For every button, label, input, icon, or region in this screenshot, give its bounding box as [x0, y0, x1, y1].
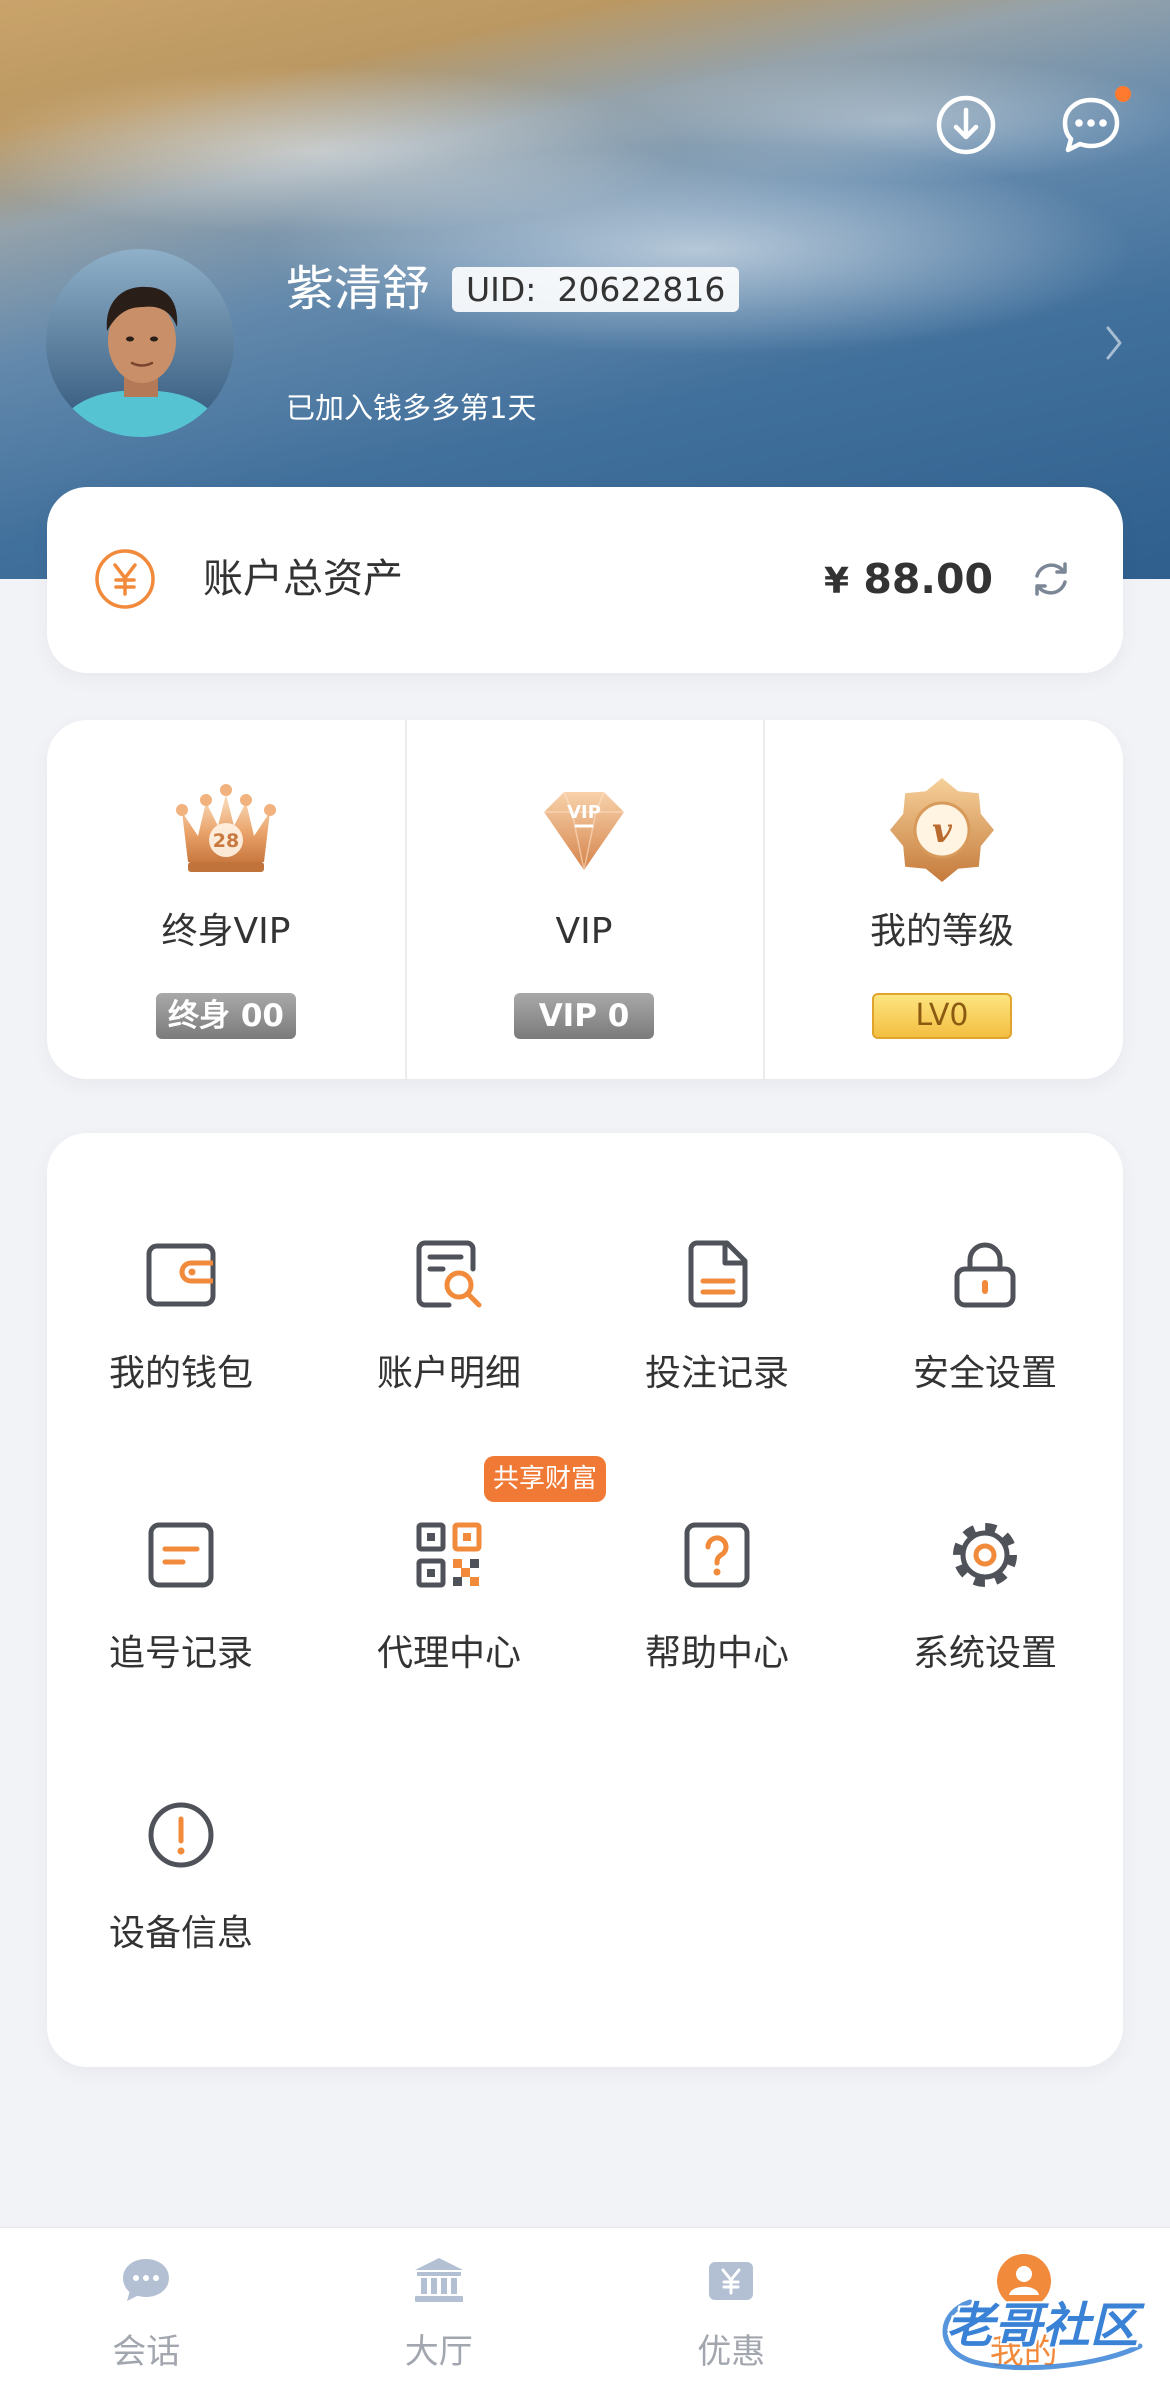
- menu-label: 追号记录: [108, 1633, 253, 1674]
- menu-label: 投注记录: [644, 1353, 789, 1394]
- my-level-item[interactable]: v 我的等级 LV0: [763, 720, 1121, 1079]
- chat-icon: [118, 2253, 174, 2309]
- currency-symbol: ¥: [823, 561, 850, 602]
- lock-icon: [945, 1235, 1025, 1315]
- menu-item-wallet[interactable]: 我的钱包: [47, 1235, 315, 1515]
- level-star-icon-text: v: [932, 811, 953, 851]
- promo-badge: 共享财富: [484, 1456, 606, 1502]
- uid-label: UID:: [466, 270, 537, 309]
- total-assets-label: 账户总资产: [203, 556, 403, 602]
- menu-grid: 我的钱包 账户明细 投注记录 安全设置 追号记录 共享财富 代理中心 帮助中心 …: [47, 1235, 1119, 2075]
- nav-label: 会话: [112, 2332, 181, 2372]
- menu-item-security[interactable]: 安全设置: [851, 1235, 1119, 1515]
- total-assets-card[interactable]: 账户总资产 ¥ 88.00: [47, 487, 1123, 673]
- uid-value: 20622816: [557, 270, 726, 309]
- chevron-right-icon[interactable]: [1104, 323, 1124, 363]
- lifetime-vip-badge: 终身 00: [156, 993, 296, 1039]
- menu-label: 代理中心: [376, 1633, 521, 1674]
- avatar[interactable]: [46, 249, 234, 437]
- unread-dot: [1115, 86, 1131, 102]
- promo-icon: [703, 2253, 759, 2309]
- account-detail-icon: [409, 1235, 489, 1315]
- vip-label: VIP: [555, 911, 613, 952]
- lifetime-vip-label: 终身VIP: [161, 911, 291, 952]
- menu-card: 我的钱包 账户明细 投注记录 安全设置 追号记录 共享财富 代理中心 帮助中心 …: [47, 1133, 1123, 2067]
- menu-label: 我的钱包: [108, 1353, 253, 1394]
- crown-icon: 28: [166, 770, 286, 890]
- vip-level-badge: VIP 0: [514, 993, 654, 1039]
- uid-badge: UID: 20622816: [452, 267, 740, 312]
- menu-item-bet-record[interactable]: 投注记录: [583, 1235, 851, 1515]
- menu-item-chase-record[interactable]: 追号记录: [47, 1515, 315, 1795]
- vip-item[interactable]: VIP VIP VIP 0: [405, 720, 763, 1079]
- vip-gem-icon-text: VIP: [567, 802, 601, 823]
- message-icon[interactable]: [1059, 93, 1123, 157]
- download-icon[interactable]: [934, 93, 998, 157]
- menu-label: 系统设置: [912, 1633, 1057, 1674]
- watermark: 老哥社区: [946, 2298, 1139, 2354]
- vip-card: 28 终身VIP 终身 00 VIP VIP VIP 0 v 我的等级 LV0: [47, 720, 1123, 1079]
- bet-record-icon: [677, 1235, 757, 1315]
- hall-icon: [411, 2253, 467, 2309]
- gear-icon: [945, 1515, 1025, 1595]
- chase-record-icon: [141, 1515, 221, 1595]
- nav-tab-chat[interactable]: 会话: [0, 2228, 293, 2389]
- qr-code-icon: [409, 1515, 489, 1595]
- menu-label: 帮助中心: [644, 1633, 789, 1674]
- nav-tab-hall[interactable]: 大厅: [293, 2228, 586, 2389]
- menu-item-system-settings[interactable]: 系统设置: [851, 1515, 1119, 1795]
- menu-item-device-info[interactable]: 设备信息: [47, 1795, 315, 2075]
- total-assets-amount: ¥ 88.00: [824, 553, 993, 608]
- menu-label: 设备信息: [108, 1913, 253, 1954]
- refresh-icon[interactable]: [1029, 557, 1073, 601]
- wallet-icon: [141, 1235, 221, 1315]
- user-name: 紫清舒: [286, 261, 431, 317]
- nav-label: 优惠: [697, 2332, 766, 2372]
- info-icon: [141, 1795, 221, 1875]
- menu-item-agent-center[interactable]: 共享财富 代理中心: [315, 1456, 606, 1795]
- amount-value: 88.00: [863, 555, 993, 603]
- vip-gem-icon: VIP: [524, 770, 644, 890]
- yen-icon: [94, 548, 156, 610]
- crown-icon-text: 28: [213, 830, 239, 852]
- menu-label: 安全设置: [912, 1353, 1057, 1394]
- level-star-icon: v: [882, 770, 1002, 890]
- nav-label: 大厅: [404, 2332, 473, 2372]
- menu-label: 账户明细: [376, 1353, 521, 1394]
- level-badge: LV0: [872, 993, 1012, 1039]
- lifetime-vip-item[interactable]: 28 终身VIP 终身 00: [47, 720, 405, 1079]
- nav-tab-promo[interactable]: 优惠: [585, 2228, 878, 2389]
- help-icon: [677, 1515, 757, 1595]
- menu-item-help-center[interactable]: 帮助中心: [583, 1515, 851, 1795]
- joined-days-text: 已加入钱多多第1天: [286, 391, 537, 425]
- my-level-label: 我的等级: [869, 911, 1014, 952]
